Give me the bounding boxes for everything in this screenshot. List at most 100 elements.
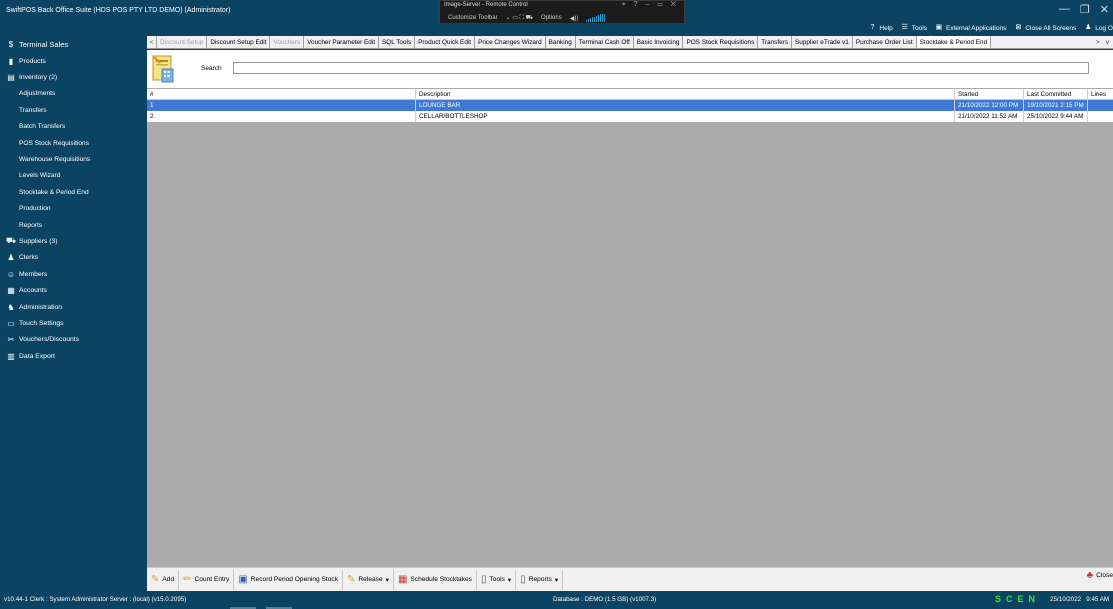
cell-number: 1	[147, 100, 416, 111]
search-label: Search	[201, 65, 222, 72]
sidebar-item-clerks[interactable]: ♟ Clerks	[0, 250, 147, 266]
inventory-icon: ▤	[7, 73, 15, 83]
top-tools: ? Help ☰ Tools ▣ External Applications ⊠ Clo…	[868, 22, 1113, 34]
sidebar-item-members[interactable]: ☺ Members	[0, 266, 147, 282]
remote-title: Image-Server - Remote Control	[444, 2, 528, 8]
table-row[interactable]: 1 LOUNGE BAR 21/10/2022 12:00 PM 19/10/2…	[147, 100, 1113, 111]
tab-pos-stock-requisitions[interactable]: POS Stock Requisitions	[683, 36, 759, 48]
header-last-committed[interactable]: Last Committed	[1024, 89, 1088, 99]
tab-banking[interactable]: Banking	[545, 36, 576, 48]
tab-product-quick-edit[interactable]: Product Quick Edit	[415, 36, 476, 48]
search-panel: Search	[147, 50, 1113, 88]
sidebar-item-pos-stock-requisitions[interactable]: POS Stock Requisitions	[0, 135, 147, 151]
tab-basic-invoicing[interactable]: Basic Invoicing	[633, 36, 684, 48]
header-description[interactable]: Description	[416, 89, 955, 99]
stocktake-icon	[152, 55, 174, 83]
pencil-icon: ✏	[183, 574, 192, 585]
customize-toolbar-button[interactable]: Customize Toolbar	[448, 15, 498, 21]
volume-meter	[586, 14, 606, 22]
remote-control-bar: Image-Server - Remote Control ⌖ ? – ▭ ✕ …	[439, 0, 685, 24]
table-row[interactable]: 2 CELLAR/BOTTLESHOP 21/10/2022 11:52 AM …	[147, 111, 1113, 122]
sidebar-item-products[interactable]: ▮ Products	[0, 53, 147, 69]
status-bar: v10.44-1 Clerk : System Administrator Se…	[0, 591, 1113, 609]
tab-supplier-etrade[interactable]: Supplier eTrade v1	[792, 36, 853, 48]
toolbar-icons[interactable]: ⌄ ▭ ⛶ ⛟	[506, 14, 533, 22]
save-icon: ▣	[238, 574, 248, 585]
window-controls: — ❐ ✕	[1059, 3, 1109, 16]
sidebar-item-vouchers-discounts[interactable]: ✂ Vouchers/Discounts	[0, 332, 147, 348]
tab-voucher-parameter-edit[interactable]: Voucher Parameter Edit	[304, 36, 379, 48]
search-input[interactable]	[233, 62, 1089, 74]
card-icon: ▦	[7, 286, 15, 296]
main-content: Search # Description Started Last Commit…	[147, 50, 1113, 567]
status-database: Database : DEMO (1.5 GB) (v1007.3)	[553, 596, 657, 603]
minimize-icon[interactable]: —	[1059, 3, 1070, 16]
sidebar-item-warehouse-requisitions[interactable]: Warehouse Requisitions	[0, 151, 147, 167]
reports-menu-button[interactable]: ▯ Reports ▾	[516, 569, 564, 590]
sidebar-item-transfers[interactable]: Transfers	[0, 102, 147, 118]
sidebar-item-touch-settings[interactable]: ▭ Touch Settings	[0, 315, 147, 331]
logout-button[interactable]: ♟ Log O	[1084, 24, 1113, 32]
sidebar-item-production[interactable]: Production	[0, 201, 147, 217]
tab-strip: < Discount Setup Discount Setup Edit Vou…	[147, 36, 1113, 49]
close-all-screens-button[interactable]: ⊠ Close All Screens	[1014, 24, 1076, 32]
sidebar-item-stocktake[interactable]: Stocktake & Period End	[0, 184, 147, 200]
menu-icon: ☰	[901, 24, 908, 31]
app-title: SwiftPOS Back Office Suite (HDS POS PTY …	[6, 7, 231, 14]
release-icon: ✎	[347, 574, 356, 585]
close-window-icon[interactable]: ✕	[1100, 3, 1109, 16]
chevron-down-icon: ▾	[385, 576, 389, 584]
tools-button[interactable]: ☰ Tools	[901, 24, 927, 32]
maximize-icon[interactable]: ❐	[1080, 3, 1090, 16]
tab-vouchers[interactable]: Vouchers	[270, 36, 305, 48]
tab-purchase-order-list[interactable]: Purchase Order List	[852, 36, 917, 48]
schedule-stocktakes-button[interactable]: ▦ Schedule Stocktakes	[394, 569, 477, 590]
sidebar-item-data-export[interactable]: ▥ Data Export	[0, 348, 147, 364]
sidebar-item-adjustments[interactable]: Adjustments	[0, 86, 147, 102]
status-version: v10.44-1 Clerk : System Administrator Se…	[4, 596, 187, 603]
sidebar-item-levels-wizard[interactable]: Levels Wizard	[0, 168, 147, 184]
tab-discount-setup[interactable]: Discount Setup	[157, 36, 208, 48]
tab-sql-tools[interactable]: SQL Tools	[379, 36, 416, 48]
sidebar-item-reports[interactable]: Reports	[0, 217, 147, 233]
member-icon: ☺	[6, 269, 16, 279]
tools-menu-button[interactable]: ▯ Tools ▾	[477, 569, 517, 590]
cell-started: 21/10/2022 12:00 PM	[955, 100, 1024, 111]
sidebar-item-inventory[interactable]: ▤ Inventory (2)	[0, 69, 147, 85]
tab-scroll-right-icon[interactable]: >	[1096, 39, 1100, 46]
options-button[interactable]: Options	[541, 15, 562, 21]
sidebar-item-batch-transfers[interactable]: Batch Transfers	[0, 119, 147, 135]
tab-list-icon[interactable]: v	[1106, 39, 1109, 46]
remote-controls[interactable]: ⌖ ? – ▭ ✕	[622, 1, 679, 9]
external-apps-button[interactable]: ▣ External Applications	[935, 24, 1007, 32]
monitor-icon: ▭	[7, 318, 15, 328]
tab-transfers[interactable]: Transfers	[758, 36, 793, 48]
count-entry-button[interactable]: ✏ Count Entry	[179, 569, 235, 590]
header-lines[interactable]: Lines	[1088, 89, 1113, 99]
release-button[interactable]: ✎ Release ▾	[343, 569, 394, 590]
volume-icon[interactable]: ◀))	[570, 15, 579, 22]
tab-discount-setup-edit[interactable]: Discount Setup Edit	[207, 36, 271, 48]
chevron-down-icon: ▾	[507, 576, 512, 584]
sidebar: $ Terminal Sales ▮ Products ▤ Inventory (2)…	[0, 36, 147, 594]
sidebar-item-terminal-sales[interactable]: $ Terminal Sales	[0, 36, 147, 53]
record-opening-stock-button[interactable]: ▣ Record Period Opening Stock	[234, 569, 344, 590]
tab-price-changes-wizard[interactable]: Price Changes Wizard	[475, 36, 546, 48]
add-button[interactable]: ✎ Add	[147, 569, 180, 590]
tab-scroll-left-icon[interactable]: <	[147, 36, 157, 48]
sidebar-item-administration[interactable]: ♞ Administration	[0, 299, 147, 315]
help-icon: ?	[870, 24, 875, 31]
header-started[interactable]: Started	[955, 89, 1024, 99]
sidebar-item-accounts[interactable]: ▦ Accounts	[0, 282, 147, 298]
bottom-toolbar: ✎ Add ✏ Count Entry ▣ Record Period Opening…	[147, 567, 1113, 591]
header-number[interactable]: #	[147, 89, 416, 99]
logout-icon: ♟	[1085, 24, 1092, 31]
help-button[interactable]: ? Help	[868, 24, 892, 32]
sidebar-item-suppliers[interactable]: ⛟ Suppliers (3)	[0, 233, 147, 249]
cell-lines	[1088, 100, 1113, 111]
tab-terminal-cash-off[interactable]: Terminal Cash Off	[575, 36, 634, 48]
chart-icon: ▥	[7, 351, 15, 361]
tab-stocktake-period-end[interactable]: Stocktake & Period End	[916, 36, 992, 48]
close-icon: ♣	[1086, 570, 1094, 581]
close-button[interactable]: ♣ Close	[1087, 570, 1113, 581]
